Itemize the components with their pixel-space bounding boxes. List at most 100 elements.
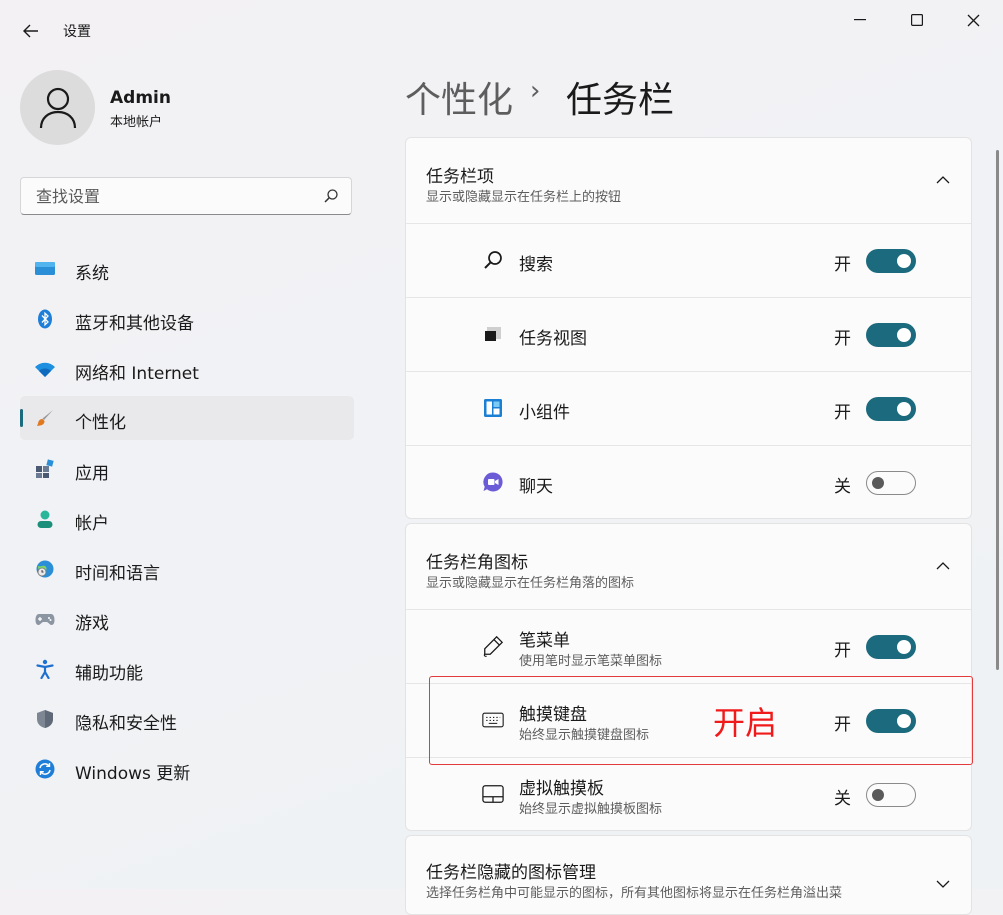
close-icon xyxy=(967,14,979,26)
section-title: 任务栏项 xyxy=(426,167,494,187)
task-view-toggle[interactable] xyxy=(866,323,916,347)
chevron-up-icon xyxy=(936,562,950,570)
pen-icon xyxy=(482,635,504,657)
collapse-button[interactable] xyxy=(933,170,953,190)
nav-label: 时间和语言 xyxy=(75,564,160,584)
search-icon xyxy=(482,249,504,271)
search-input[interactable] xyxy=(34,186,308,207)
system-icon xyxy=(35,262,55,275)
touchpad-icon xyxy=(482,783,504,805)
back-button[interactable] xyxy=(18,18,44,44)
update-icon xyxy=(35,759,55,779)
nav-item-accounts[interactable]: 帐户 xyxy=(20,497,354,541)
nav-label: 蓝牙和其他设备 xyxy=(75,314,194,334)
globe-clock-icon xyxy=(36,560,54,578)
nav-item-system[interactable]: 系统 xyxy=(20,247,354,291)
widgets-toggle[interactable] xyxy=(866,397,916,421)
toggle-state-label: 开 xyxy=(834,329,851,349)
search-toggle[interactable] xyxy=(866,249,916,273)
nav-item-accessibility[interactable]: 辅助功能 xyxy=(20,647,354,691)
wifi-icon xyxy=(35,362,55,377)
toggle-state-label: 关 xyxy=(834,789,851,809)
setting-row-task-view: 任务视图 开 xyxy=(406,297,971,372)
section-title: 任务栏角图标 xyxy=(426,553,528,573)
nav-label: Windows 更新 xyxy=(75,764,191,784)
nav-item-apps[interactable]: 应用 xyxy=(20,447,354,491)
setting-description: 始终显示虚拟触摸板图标 xyxy=(519,802,663,817)
toggle-state-label: 开 xyxy=(834,403,851,423)
maximize-icon xyxy=(911,14,923,26)
section-header[interactable]: 任务栏角图标 显示或隐藏显示在任务栏角落的图标 xyxy=(406,524,971,609)
account-icon xyxy=(37,510,53,528)
nav-item-gaming[interactable]: 游戏 xyxy=(20,597,354,641)
taskbar-items-section: 任务栏项 显示或隐藏显示在任务栏上的按钮 搜索 开 任务视图 开 小组件 开 聊 xyxy=(405,137,972,519)
chat-toggle[interactable] xyxy=(866,471,916,495)
collapse-button[interactable] xyxy=(933,556,953,576)
nav-label: 网络和 Internet xyxy=(75,364,199,384)
shield-icon xyxy=(37,710,53,728)
toggle-knob xyxy=(897,254,911,268)
setting-row-virtual-touchpad: 虚拟触摸板 始终显示虚拟触摸板图标 关 xyxy=(406,757,971,830)
section-subtitle: 选择任务栏角中可能显示的图标，所有其他图标将显示在任务栏角溢出菜 xyxy=(426,886,843,901)
brush-icon xyxy=(37,410,53,426)
section-subtitle: 显示或隐藏显示在任务栏角落的图标 xyxy=(426,576,635,591)
toggle-state-label: 开 xyxy=(834,255,851,275)
toggle-knob xyxy=(897,640,911,654)
setting-row-search: 搜索 开 xyxy=(406,223,971,298)
section-subtitle: 显示或隐藏显示在任务栏上的按钮 xyxy=(426,190,622,205)
minimize-icon xyxy=(854,19,866,21)
breadcrumb-parent[interactable]: 个性化 xyxy=(405,71,513,123)
setting-label: 笔菜单 xyxy=(519,631,570,651)
virtual-touchpad-toggle[interactable] xyxy=(866,783,916,807)
nav-item-network[interactable]: 网络和 Internet xyxy=(20,347,354,391)
expand-button[interactable] xyxy=(933,874,953,894)
nav-label: 辅助功能 xyxy=(75,664,143,684)
setting-label: 虚拟触摸板 xyxy=(519,779,604,799)
bluetooth-icon xyxy=(38,309,52,329)
nav-label: 应用 xyxy=(75,464,109,484)
search-box[interactable] xyxy=(20,177,352,215)
nav-item-bluetooth[interactable]: 蓝牙和其他设备 xyxy=(20,297,354,341)
avatar[interactable] xyxy=(20,70,95,145)
maximize-button[interactable] xyxy=(897,8,937,32)
setting-row-pen-menu: 笔菜单 使用笔时显示笔菜单图标 开 xyxy=(406,609,971,684)
toggle-knob xyxy=(897,328,911,342)
apps-icon xyxy=(36,459,54,478)
annotation-highlight-box xyxy=(429,676,973,765)
profile-account-type: 本地帐户 xyxy=(110,115,163,130)
toggle-knob xyxy=(872,477,884,489)
chevron-down-icon xyxy=(936,880,950,888)
nav-item-time-language[interactable]: 时间和语言 xyxy=(20,547,354,591)
nav-item-windows-update[interactable]: Windows 更新 xyxy=(20,747,354,791)
setting-label: 任务视图 xyxy=(519,329,587,349)
section-title: 任务栏隐藏的图标管理 xyxy=(426,863,596,883)
user-icon xyxy=(39,87,76,128)
nav-item-privacy[interactable]: 隐私和安全性 xyxy=(20,697,354,741)
task-view-icon xyxy=(482,323,504,345)
minimize-button[interactable] xyxy=(840,8,880,32)
hidden-icons-section[interactable]: 任务栏隐藏的图标管理 选择任务栏角中可能显示的图标，所有其他图标将显示在任务栏角… xyxy=(405,835,972,915)
selection-indicator xyxy=(20,409,23,427)
page-title: 任务栏 xyxy=(566,80,675,121)
scrollbar[interactable] xyxy=(996,150,999,670)
widgets-icon xyxy=(482,397,504,419)
setting-label: 搜索 xyxy=(519,255,553,275)
nav-label: 游戏 xyxy=(75,614,109,634)
pen-menu-toggle[interactable] xyxy=(866,635,916,659)
search-icon xyxy=(324,189,338,203)
nav-label: 个性化 xyxy=(75,413,126,433)
nav-item-personalization[interactable]: 个性化 xyxy=(20,396,354,440)
accessibility-icon xyxy=(36,659,54,679)
toggle-knob xyxy=(897,402,911,416)
profile-name: Admin xyxy=(110,88,171,108)
section-header[interactable]: 任务栏项 显示或隐藏显示在任务栏上的按钮 xyxy=(406,138,971,223)
nav-label: 帐户 xyxy=(75,514,109,534)
close-button[interactable] xyxy=(953,8,993,32)
setting-description: 使用笔时显示笔菜单图标 xyxy=(519,654,663,669)
toggle-state-label: 关 xyxy=(834,477,851,497)
toggle-knob xyxy=(872,789,884,801)
app-title: 设置 xyxy=(63,24,91,40)
nav-label: 隐私和安全性 xyxy=(75,714,177,734)
setting-label: 聊天 xyxy=(519,477,553,497)
breadcrumb-separator: › xyxy=(530,76,541,106)
